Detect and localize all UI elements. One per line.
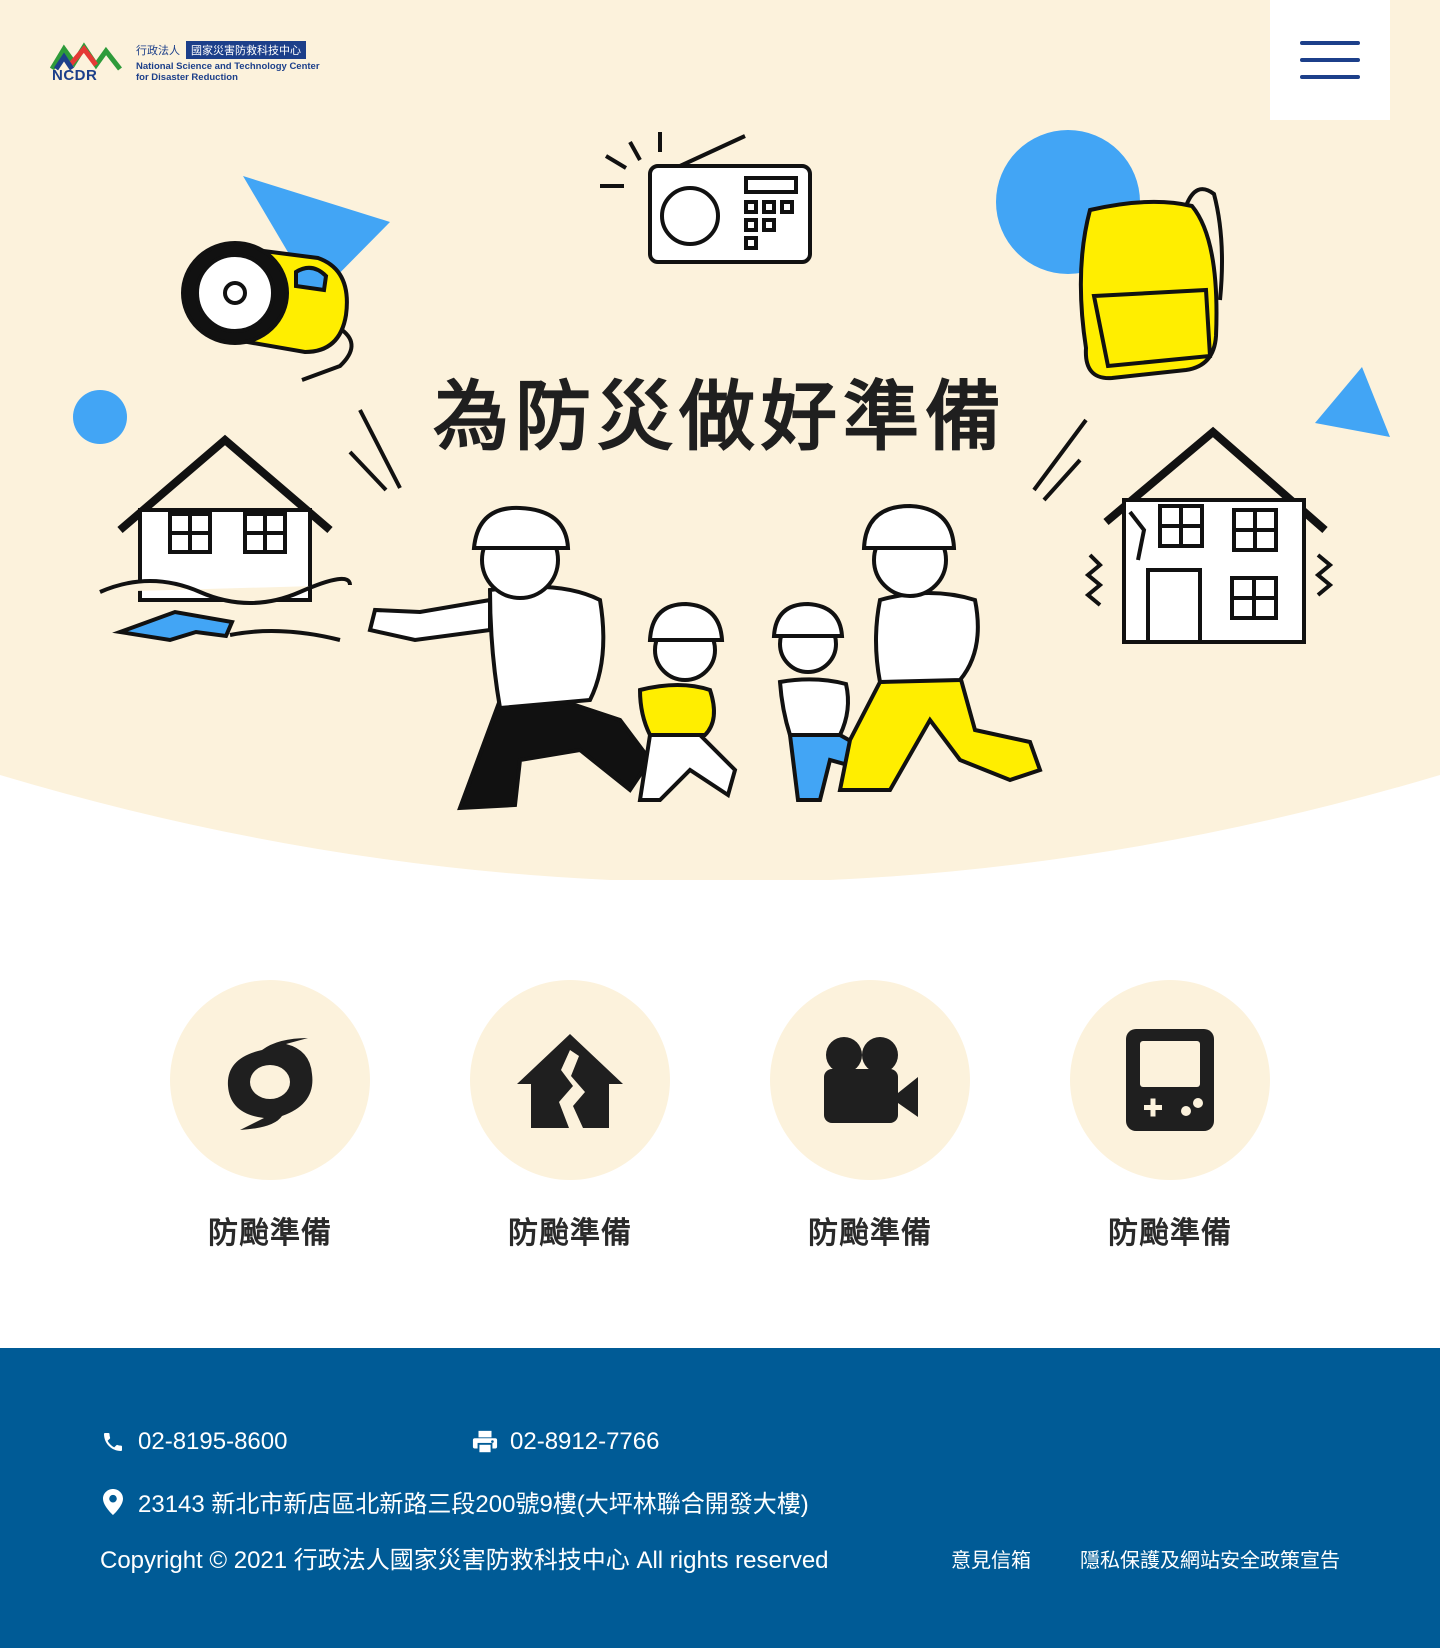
category-card-video[interactable]: 防颱準備 — [770, 980, 970, 1252]
game-console-icon — [1126, 1029, 1214, 1131]
category-card-earthquake[interactable]: 防颱準備 — [470, 980, 670, 1252]
radio-illustration — [600, 132, 812, 264]
backpack-illustration — [1078, 187, 1224, 381]
hero-title: 為防災做好準備 — [433, 372, 1007, 461]
footer-fax-number: 02-8912-7766 — [510, 1428, 660, 1455]
hero-section: NCDR 行政法人 國家災害防救科技中心 National Science an… — [0, 0, 1440, 880]
footer-address: 23143 新北市新店區北新路三段200號9樓(大坪林聯合開發大樓) — [100, 1484, 809, 1519]
phone-icon — [100, 1429, 126, 1455]
logo-english-line2: for Disaster Reduction — [136, 72, 238, 83]
logo-prefix: 行政法人 — [136, 44, 180, 57]
logo-org-name: 國家災害防救科技中心 — [186, 41, 306, 59]
footer-fax: 02-8912-7766 — [472, 1428, 659, 1456]
category-card-typhoon[interactable]: 防颱準備 — [170, 980, 370, 1252]
family-evacuating-illustration — [367, 503, 1043, 811]
video-camera-icon — [824, 1037, 918, 1123]
location-pin-icon — [100, 1488, 126, 1515]
category-card-game[interactable]: 防颱準備 — [1070, 980, 1270, 1252]
ncdr-logo-mark: NCDR — [49, 39, 122, 85]
footer-phone: 02-8195-8600 — [100, 1428, 287, 1456]
ncdr-logo[interactable]: NCDR 行政法人 國家災害防救科技中心 National Science an… — [49, 38, 320, 86]
footer-phone-number[interactable]: 02-8195-8600 — [138, 1428, 287, 1456]
footer-copyright: Copyright © 2021 行政法人國家災害防救科技中心 All righ… — [100, 1540, 829, 1575]
logo-english-line1: National Science and Technology Center — [136, 61, 320, 72]
category-label: 防颱準備 — [1108, 1216, 1232, 1251]
logo-mark-text: NCDR — [52, 67, 98, 84]
footer-link-privacy-policy[interactable]: 隱私保護及網站安全政策宣告 — [1080, 1544, 1340, 1573]
footer-copyright-text: Copyright © 2021 行政法人國家災害防救科技中心 All righ… — [100, 1547, 829, 1574]
printer-icon — [472, 1429, 498, 1455]
hamburger-menu-icon — [1300, 41, 1360, 45]
category-label: 防颱準備 — [808, 1216, 932, 1251]
category-cards: 防颱準備 防颱準備 防颱準備 防颱準備 — [0, 980, 1440, 1252]
hamburger-menu-button[interactable] — [1270, 0, 1390, 120]
category-label: 防颱準備 — [208, 1216, 332, 1251]
typhoon-icon — [227, 1038, 313, 1130]
category-label: 防颱準備 — [508, 1216, 632, 1251]
footer-link-feedback[interactable]: 意見信箱 — [951, 1544, 1031, 1573]
site-footer: 02-8195-8600 02-8912-7766 23143 新北市新店區北新… — [0, 1348, 1440, 1648]
earthquake-house-icon — [517, 1034, 623, 1128]
footer-address-text: 23143 新北市新店區北新路三段200號9樓(大坪林聯合開發大樓) — [138, 1491, 809, 1518]
